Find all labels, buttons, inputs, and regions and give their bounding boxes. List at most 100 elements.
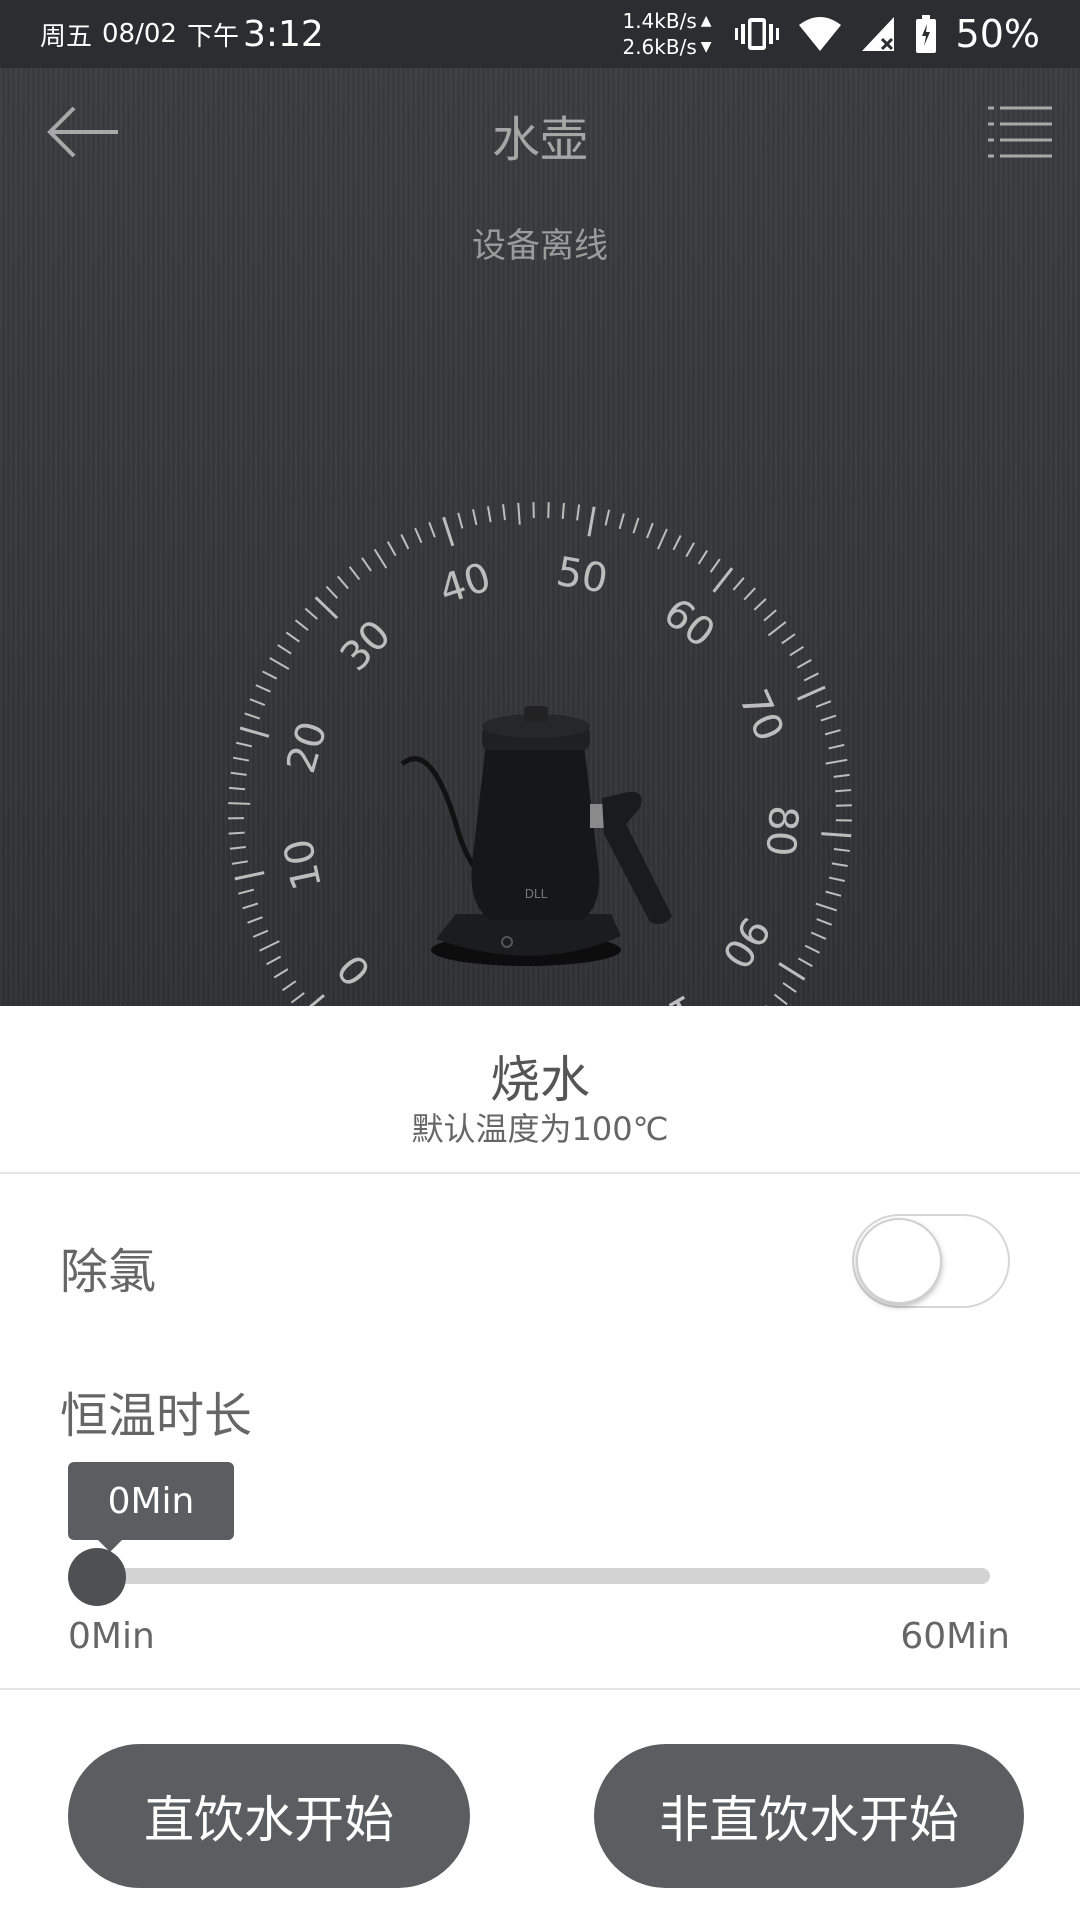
dial-tick — [773, 993, 788, 1006]
dial-tick — [821, 832, 852, 838]
wifi-icon — [798, 17, 841, 51]
dial-tick — [457, 512, 464, 529]
dial-tick — [277, 644, 292, 655]
dial-tick — [657, 528, 668, 550]
dial-tick — [242, 902, 259, 910]
status-time: 3:12 — [242, 13, 324, 55]
dial-tick — [229, 786, 246, 791]
dial-tick — [781, 633, 796, 645]
mode-subtitle: 默认温度为100℃ — [411, 1110, 669, 1148]
network-speed: 1.4kB/s ▲ 2.6kB/s ▼ — [622, 8, 711, 60]
dial-tick — [228, 831, 245, 835]
dial-label: 100 — [616, 985, 705, 1006]
dial-tick — [833, 848, 850, 852]
dial-tick — [782, 982, 797, 993]
dial-tick — [259, 940, 280, 952]
dial-tick — [561, 502, 565, 519]
dial-tick — [763, 609, 777, 622]
dial-tick — [646, 522, 654, 539]
dial-tick — [804, 944, 820, 954]
divider — [0, 1688, 1080, 1690]
dial-tick — [576, 504, 581, 521]
dial-tick — [753, 598, 767, 611]
kettle-hero: 水壶 设备离线 0 10 20 30 40 50 6070 80 90 100 DLL — [0, 68, 1080, 1006]
battery-icon — [915, 15, 936, 53]
dial-tick — [255, 684, 271, 693]
dial-tick — [361, 557, 372, 572]
dial-label: 0 — [329, 945, 381, 994]
dial-label: 60 — [655, 590, 723, 658]
dial-tick — [828, 876, 845, 882]
control-panel: 烧水 默认温度为100℃ 除氯 恒温时长 0Min 0Min 60Min 直饮水… — [0, 1006, 1080, 1920]
dial-tick — [697, 550, 709, 565]
dial-label: 90 — [712, 908, 778, 976]
dial-tick — [230, 771, 247, 776]
dial-tick — [247, 916, 263, 924]
dechlorinate-toggle[interactable] — [852, 1214, 1010, 1308]
dial-tick — [386, 541, 397, 557]
battery-percent: 50% — [955, 12, 1040, 56]
dial-tick — [442, 516, 455, 547]
dial-tick — [815, 700, 832, 708]
vibrate-icon — [734, 18, 779, 50]
slider-min-label: 0Min — [68, 1616, 155, 1657]
dial-tick — [337, 575, 349, 590]
status-indicators: 1.4kB/s ▲ 2.6kB/s ▼ 50% — [622, 0, 1040, 68]
dial-tick — [632, 517, 640, 534]
dial-tick — [231, 860, 248, 865]
dial-tick — [314, 596, 339, 620]
arrow-up-icon: ▲ — [700, 13, 712, 29]
status-ampm: 下午 — [186, 21, 239, 52]
dial-tick — [604, 509, 611, 526]
dial-tick — [266, 955, 282, 966]
keep-warm-label: 恒温时长 — [60, 1388, 253, 1444]
divider — [0, 1172, 1080, 1174]
dial-tick — [618, 513, 625, 530]
dechlorinate-label: 除氯 — [60, 1244, 157, 1300]
dial-tick — [228, 802, 251, 805]
dial-label: 50 — [553, 549, 611, 603]
dial-tick — [517, 502, 521, 525]
dial-tick — [373, 548, 388, 569]
dial-tick — [269, 657, 290, 670]
status-day: 周五 — [40, 21, 93, 52]
dial-tick — [229, 846, 246, 850]
keep-warm-slider-thumb[interactable] — [68, 1548, 126, 1606]
dial-tick — [825, 890, 842, 897]
dial-tick — [281, 980, 297, 992]
dial-tick — [414, 527, 423, 544]
dial-tick — [244, 712, 261, 720]
dial-tick — [400, 534, 410, 550]
non-direct-drink-start-button[interactable]: 非直饮水开始 — [594, 1744, 1024, 1888]
dial-tick — [824, 729, 841, 736]
dial-tick — [709, 558, 721, 573]
keep-warm-slider-track[interactable] — [96, 1568, 990, 1584]
status-bar: 周五 08/02 下午 3:12 1.4kB/s ▲ 2.6kB/s ▼ 50% — [0, 0, 1080, 68]
dial-tick — [743, 587, 756, 601]
dial-tick — [308, 994, 325, 1006]
dial-tick — [672, 535, 682, 551]
net-down-speed: 2.6kB/s — [622, 35, 697, 59]
dial-tick — [304, 607, 318, 620]
kettle-image: DLL — [400, 706, 672, 966]
dial-tick — [810, 931, 827, 940]
slider-value-tooltip: 0Min — [68, 1462, 234, 1552]
device-status: 设备离线 — [472, 226, 608, 266]
dial-tick — [778, 962, 806, 981]
dial-tick — [325, 585, 339, 599]
dial-tick — [767, 621, 787, 637]
status-date: 08/02 — [102, 19, 177, 49]
dial-tick — [428, 521, 436, 538]
dial-tick — [816, 918, 833, 926]
dial-tick — [796, 659, 812, 669]
list-menu-icon[interactable] — [988, 104, 1052, 160]
dial-tick — [712, 567, 734, 593]
dial-tick — [285, 631, 300, 643]
direct-drink-start-button[interactable]: 直饮水开始 — [68, 1744, 470, 1888]
dial-label: 80 — [757, 804, 806, 858]
dial-label: 10 — [275, 835, 331, 894]
dial-tick — [732, 577, 745, 591]
dial-tick — [502, 504, 506, 521]
dial-tick — [290, 992, 305, 1004]
status-datetime: 周五 08/02 下午 3:12 — [40, 0, 324, 68]
